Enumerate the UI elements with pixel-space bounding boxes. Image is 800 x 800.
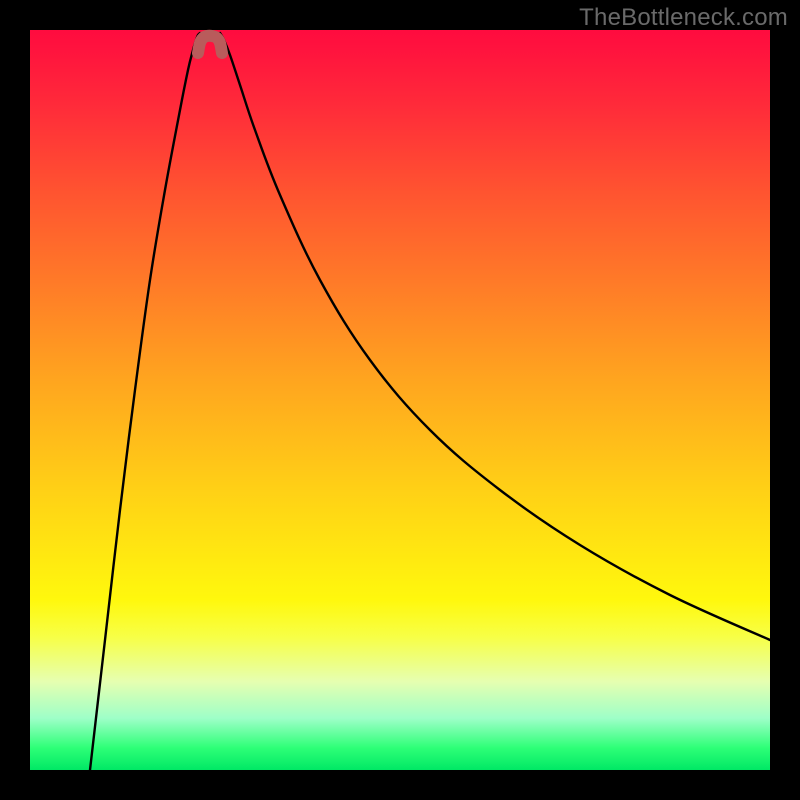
plot-area: [30, 30, 770, 770]
left-branch-path: [90, 33, 200, 770]
notch-marker-path: [198, 36, 222, 53]
curve-layer: [30, 30, 770, 770]
chart-frame: TheBottleneck.com: [0, 0, 800, 800]
right-branch-path: [220, 33, 770, 640]
watermark-text: TheBottleneck.com: [579, 4, 788, 32]
